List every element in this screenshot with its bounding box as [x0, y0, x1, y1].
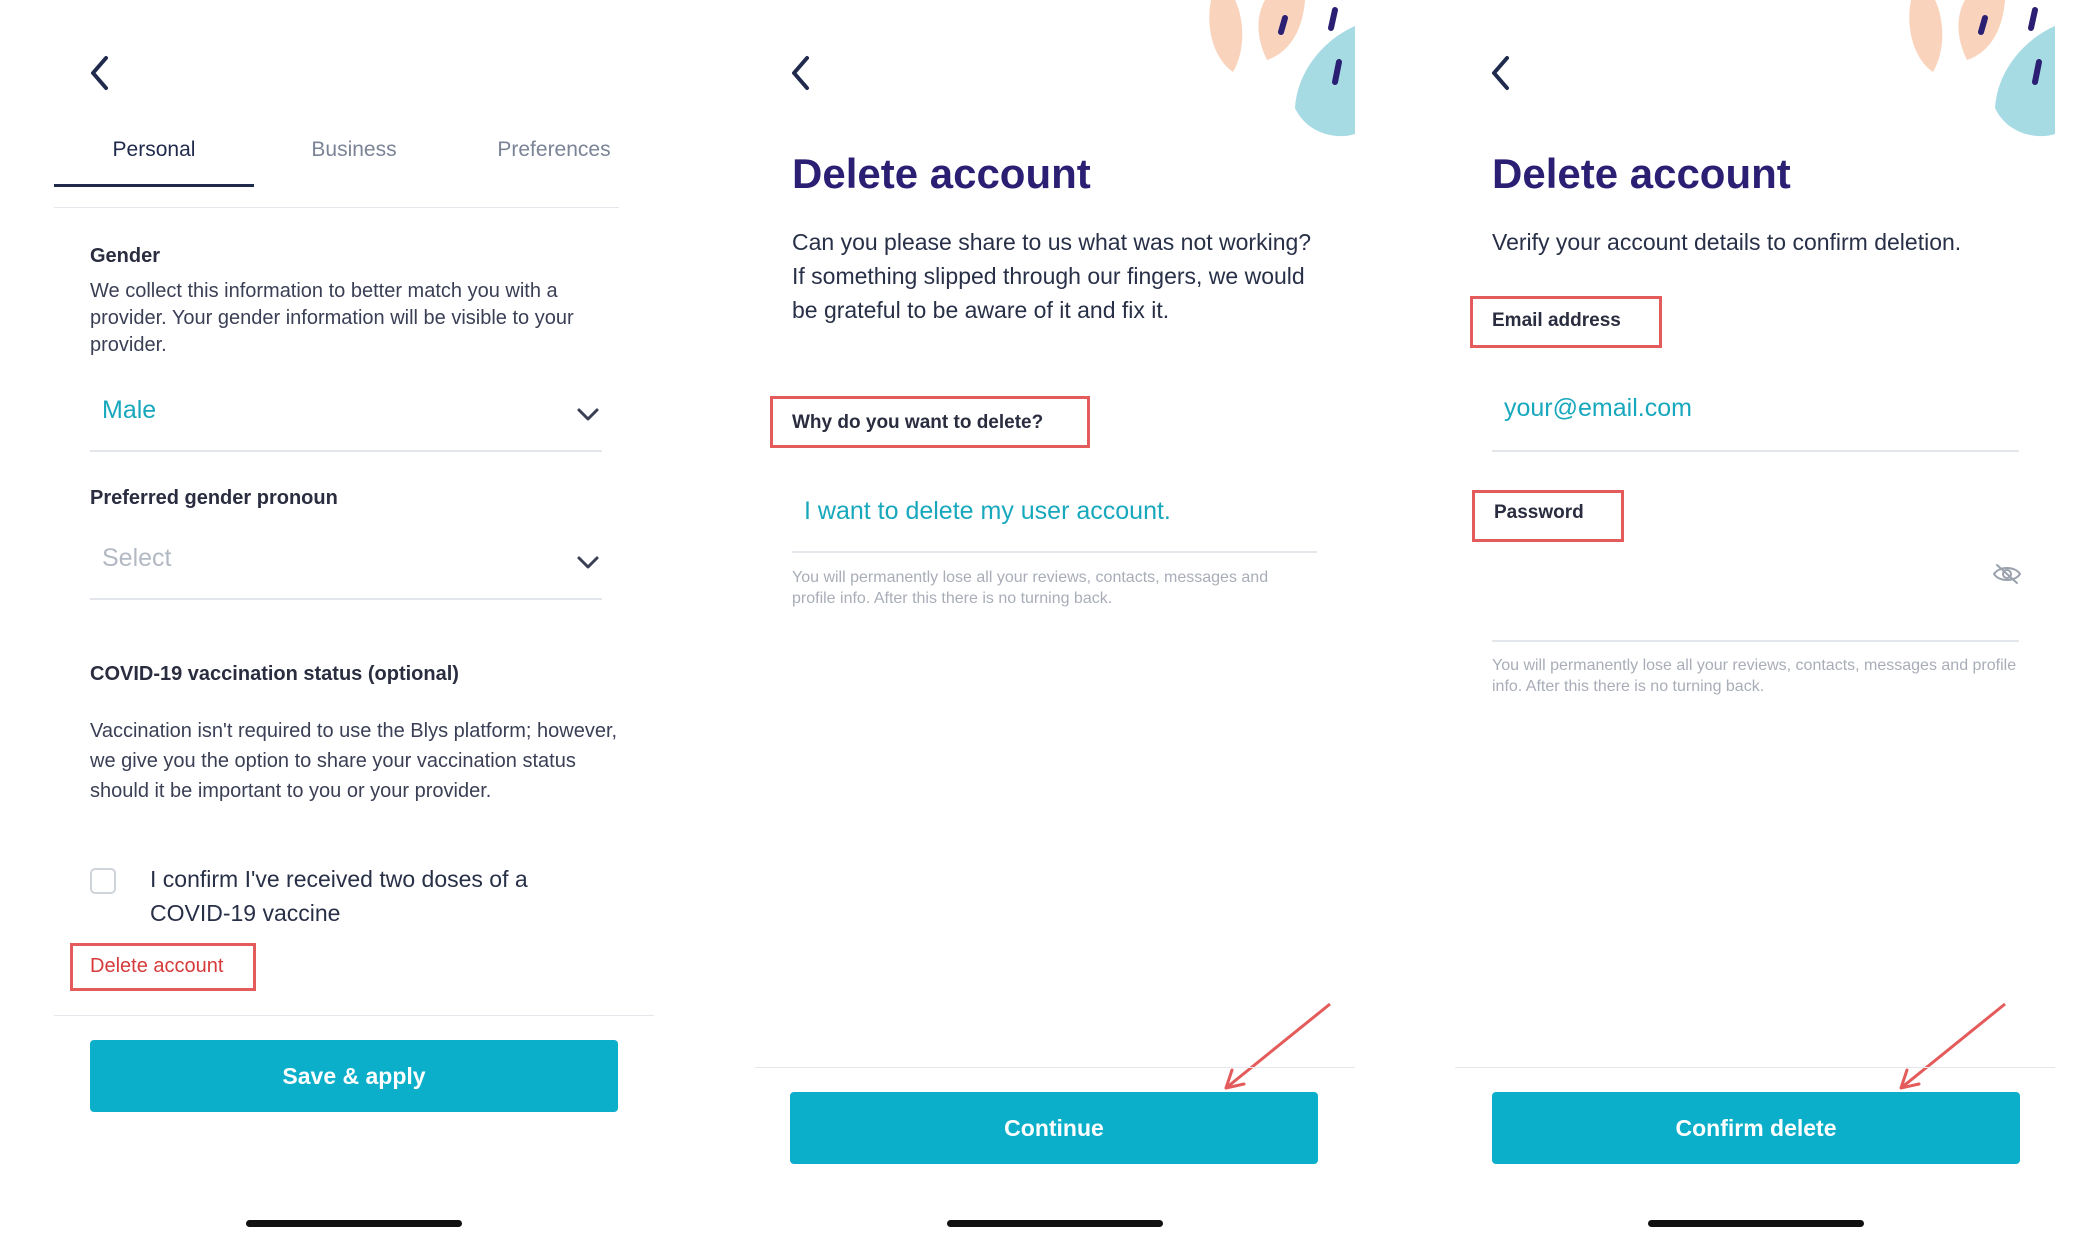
- page-title: Delete account: [1492, 150, 1791, 197]
- footer-divider: [755, 1067, 1355, 1068]
- covid-description: Vaccination isn't required to use the Bl…: [90, 720, 618, 802]
- gender-label: Gender: [90, 245, 161, 267]
- chevron-down-icon: [577, 556, 599, 569]
- decorative-leaves-icon: [1909, 0, 2055, 137]
- tab-business[interactable]: Business: [274, 138, 434, 162]
- footer-divider: [54, 1015, 654, 1016]
- decorative-leaves-icon: [1209, 0, 1355, 137]
- email-field[interactable]: your@email.com: [1492, 382, 2019, 452]
- pronoun-select[interactable]: Select: [90, 538, 602, 600]
- gender-select-value: Male: [102, 396, 157, 424]
- pronoun-label: Preferred gender pronoun: [90, 487, 338, 509]
- reason-label: Why do you want to delete?: [792, 412, 1044, 433]
- confirm-delete-button[interactable]: Confirm delete: [1492, 1092, 2020, 1164]
- annotation-arrow-icon: [1899, 1002, 2006, 1090]
- password-field[interactable]: [1492, 560, 2019, 642]
- eye-hidden-icon[interactable]: [1992, 562, 2022, 586]
- tab-personal[interactable]: Personal: [74, 138, 234, 162]
- email-label: Email address: [1492, 310, 1621, 331]
- chevron-down-icon: [577, 408, 599, 421]
- home-indicator: [947, 1220, 1163, 1227]
- delete-account-link[interactable]: Delete account: [90, 955, 223, 978]
- home-indicator: [1648, 1220, 1864, 1227]
- covid-confirm-checkbox[interactable]: [90, 868, 116, 894]
- tab-divider: [54, 207, 619, 208]
- tab-active-underline: [54, 184, 254, 187]
- footer-divider: [1455, 1067, 2055, 1068]
- deletion-warning: You will permanently lose all your revie…: [1492, 657, 2017, 695]
- continue-button[interactable]: Continue: [790, 1092, 1318, 1164]
- deletion-warning: You will permanently lose all your revie…: [792, 569, 1269, 607]
- save-apply-button[interactable]: Save & apply: [90, 1040, 618, 1112]
- back-arrow-icon[interactable]: [80, 50, 120, 96]
- tab-preferences[interactable]: Preferences: [474, 138, 634, 162]
- home-indicator: [246, 1220, 462, 1227]
- back-arrow-icon[interactable]: [781, 50, 821, 96]
- page-description: Can you please share to us what was not …: [792, 229, 1312, 323]
- email-field-value: your@email.com: [1504, 394, 1692, 422]
- annotation-arrow-icon: [1224, 1002, 1331, 1090]
- covid-confirm-label: I confirm I've received two doses of a C…: [150, 866, 528, 926]
- page-description: Verify your account details to confirm d…: [1492, 229, 1962, 255]
- reason-input-value: I want to delete my user account.: [804, 497, 1171, 525]
- covid-label: COVID-19 vaccination status (optional): [90, 663, 459, 685]
- password-label: Password: [1494, 502, 1584, 523]
- back-arrow-icon[interactable]: [1481, 50, 1521, 96]
- pronoun-select-placeholder: Select: [102, 544, 172, 572]
- gender-select[interactable]: Male: [90, 390, 602, 452]
- page-title: Delete account: [792, 150, 1091, 197]
- gender-description: We collect this information to better ma…: [90, 280, 574, 356]
- reason-input[interactable]: I want to delete my user account.: [792, 487, 1317, 553]
